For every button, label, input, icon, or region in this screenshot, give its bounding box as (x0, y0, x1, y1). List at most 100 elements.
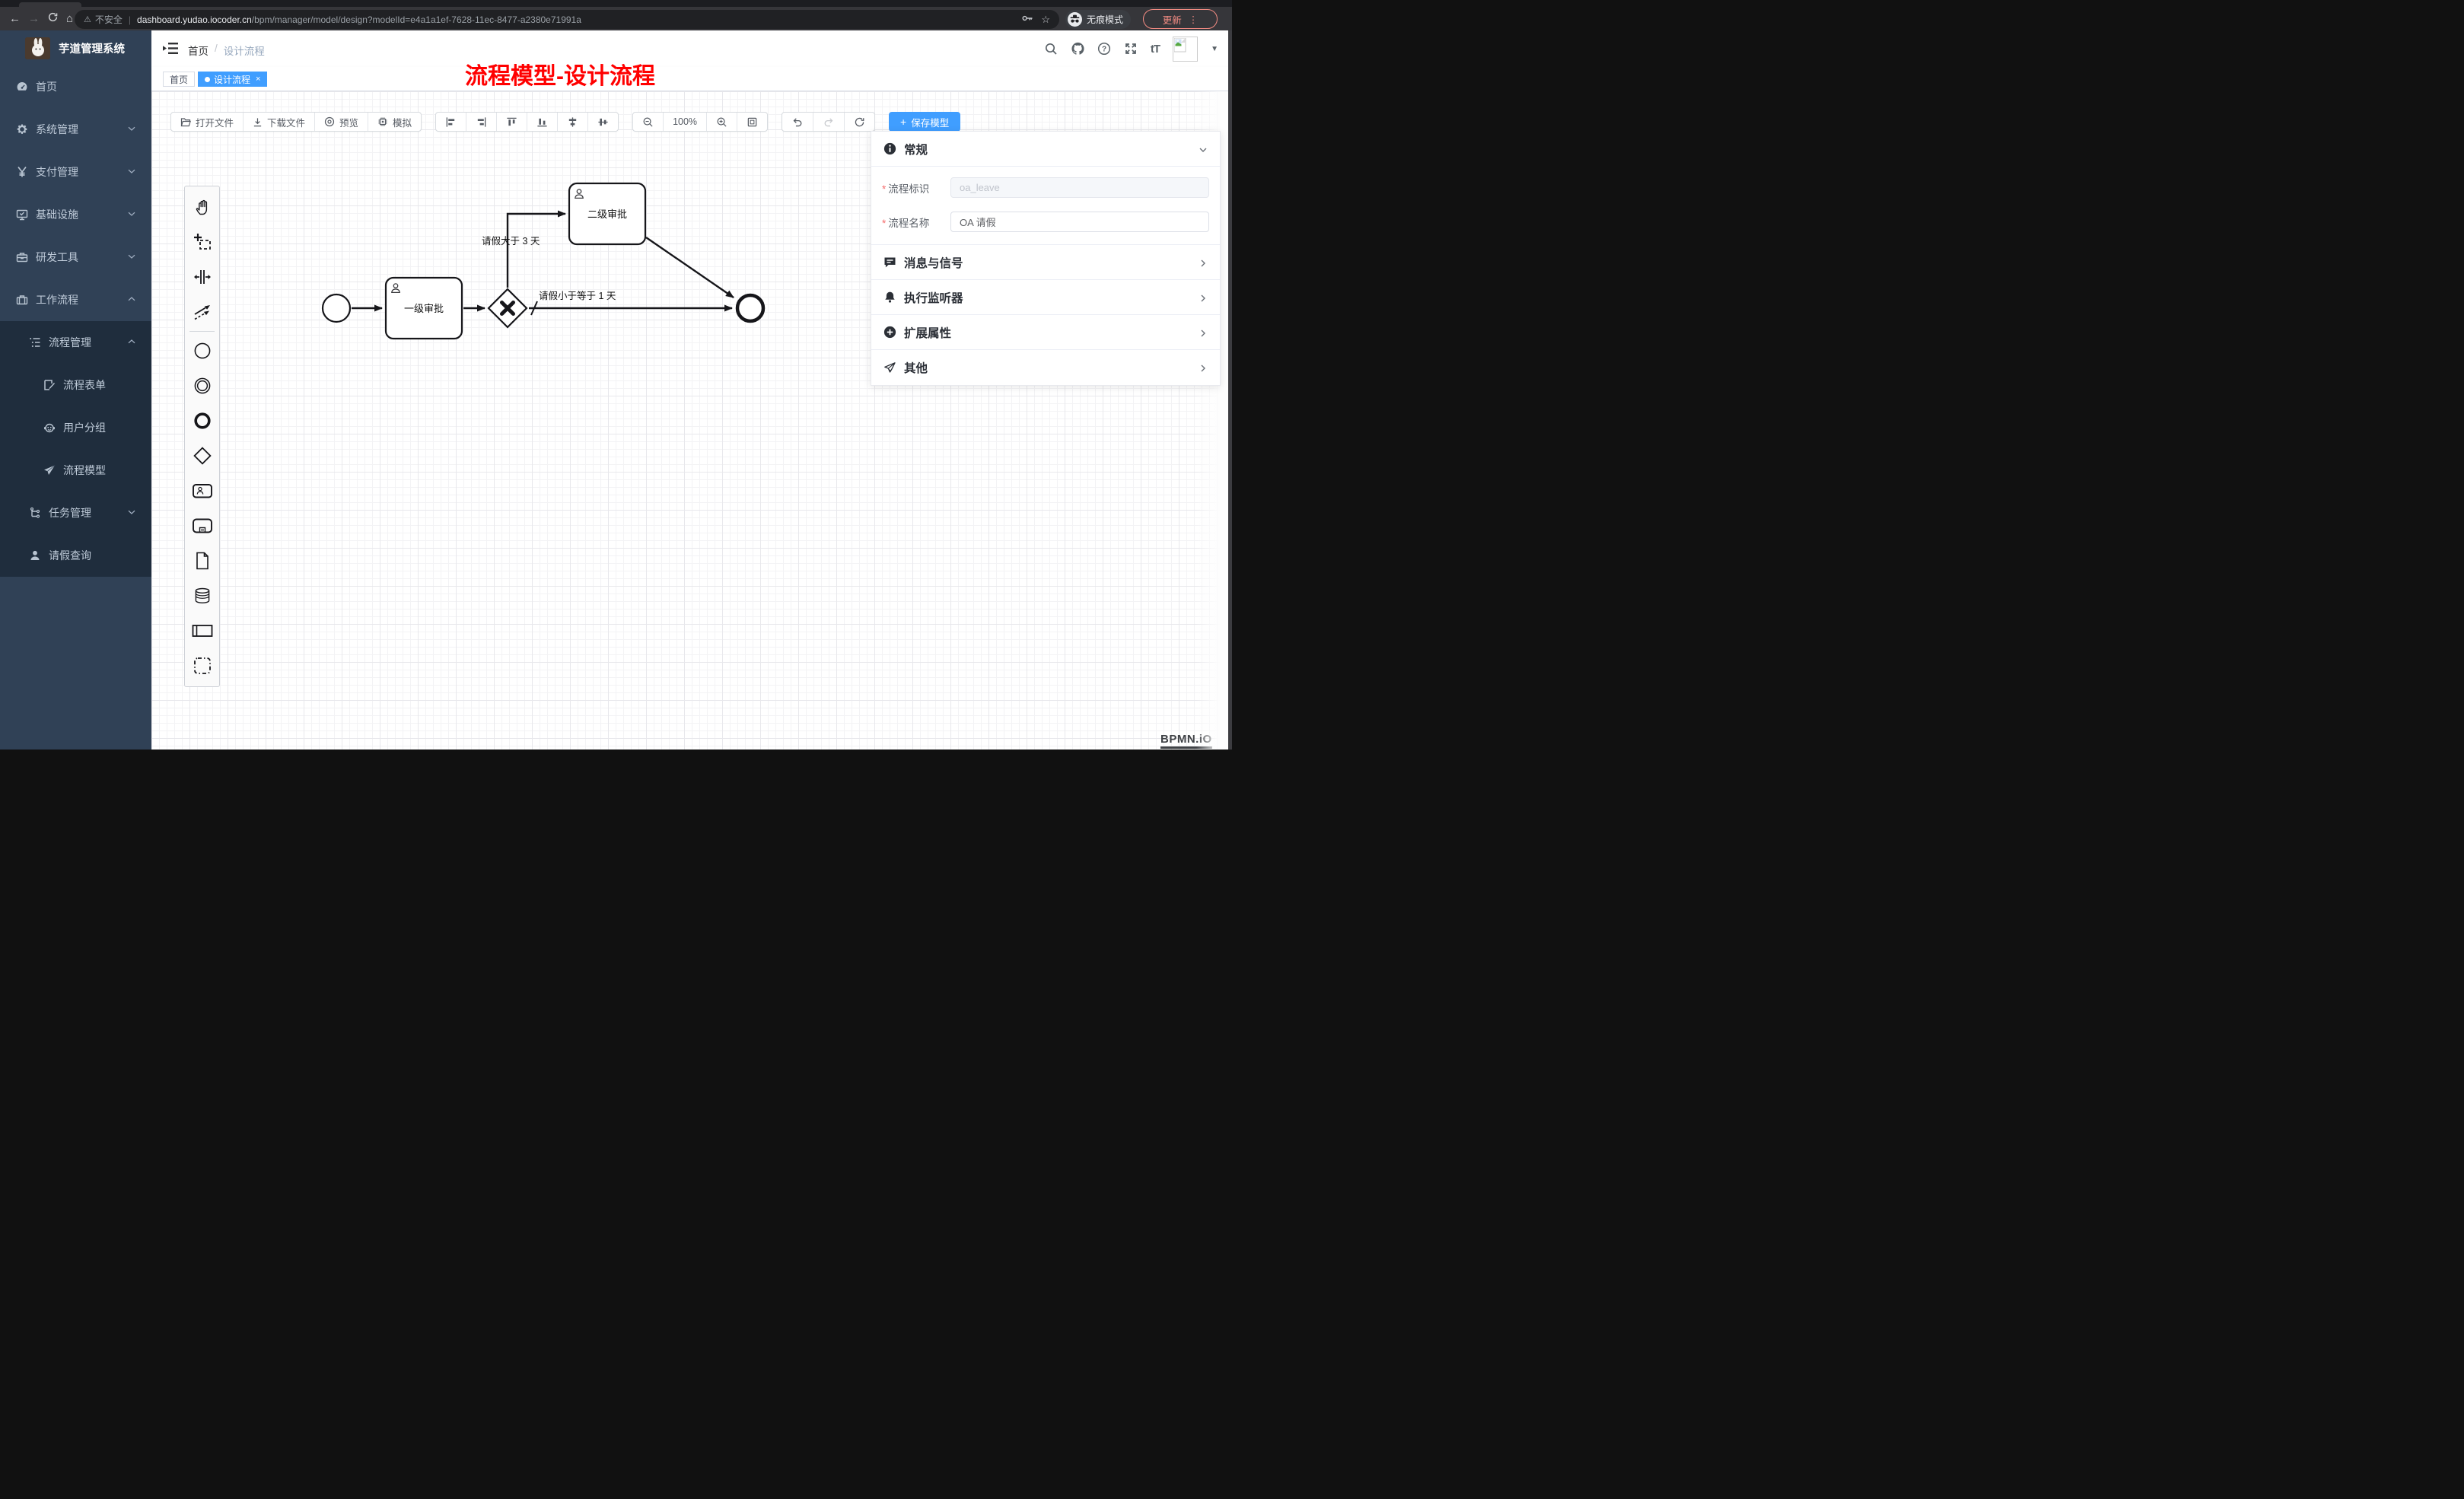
palette-create-start-event[interactable] (185, 333, 219, 368)
not-secure-label[interactable]: 不安全 (95, 13, 123, 26)
browser-tabstrip (0, 0, 1232, 7)
process-key-input[interactable] (950, 177, 1209, 198)
reload-icon[interactable] (47, 11, 59, 26)
browser-update-button[interactable]: 更新 ⋮ (1143, 9, 1218, 29)
user-task-level2[interactable]: 二级审批 (569, 183, 645, 244)
browser-menu-dots-icon[interactable]: ⋮ (1189, 14, 1199, 25)
avatar-caret-icon[interactable]: ▼ (1211, 45, 1218, 53)
gear-icon (16, 123, 28, 135)
plus-circle-icon (883, 326, 896, 339)
sidebar-item-leave-query[interactable]: 请假查询 (0, 534, 151, 577)
edge-label-gt3[interactable]: 请假大于 3 天 (482, 236, 540, 247)
zoom-in-button[interactable] (707, 113, 737, 131)
palette-create-user-task[interactable] (185, 473, 219, 508)
flow-task2-to-end[interactable] (646, 237, 734, 298)
redo-button[interactable] (813, 113, 845, 131)
sidebar-fold-icon[interactable] (163, 42, 178, 55)
start-event[interactable] (323, 294, 350, 322)
palette-create-participant[interactable] (185, 613, 219, 648)
end-event[interactable] (737, 295, 763, 321)
palette-create-data-object[interactable] (185, 543, 219, 578)
github-icon[interactable] (1071, 42, 1084, 56)
forward-icon[interactable]: → (28, 12, 40, 25)
zoom-out-button[interactable] (633, 113, 664, 131)
password-key-icon[interactable] (1021, 13, 1033, 26)
align-top-button[interactable] (497, 113, 527, 131)
url-separator: | (129, 14, 131, 25)
sidebar-item-devtools[interactable]: 研发工具 (0, 236, 151, 278)
align-right-icon (476, 116, 487, 128)
section-message-signal[interactable]: 消息与信号 (871, 245, 1220, 280)
tab-close-icon[interactable]: × (256, 75, 260, 84)
breadcrumb-home[interactable]: 首页 (188, 43, 209, 58)
simulate-button[interactable]: 模拟 (368, 113, 421, 131)
download-file-button[interactable]: 下载文件 (244, 113, 315, 131)
help-icon[interactable]: ? (1097, 42, 1111, 56)
flow-gateway-to-task2[interactable] (508, 214, 565, 288)
restart-button[interactable] (845, 113, 874, 131)
align-center-button[interactable] (558, 113, 588, 131)
font-size-icon[interactable]: tT (1151, 43, 1160, 56)
align-right-button[interactable] (466, 113, 497, 131)
edge-label-le1[interactable]: 请假小于等于 1 天 (539, 290, 616, 301)
palette-create-data-store[interactable] (185, 578, 219, 613)
palette-create-exclusive-gateway[interactable] (185, 438, 219, 473)
align-middle-button[interactable] (588, 113, 618, 131)
align-bottom-button[interactable] (527, 113, 558, 131)
sidebar-item-workflow[interactable]: 工作流程 (0, 278, 151, 321)
align-left-button[interactable] (436, 113, 466, 131)
not-secure-warning-icon: ⚠ (84, 14, 91, 24)
back-icon[interactable]: ← (9, 12, 21, 25)
open-file-button[interactable]: 打开文件 (171, 113, 244, 131)
fullscreen-icon[interactable] (1124, 42, 1138, 56)
undo-button[interactable] (782, 113, 813, 131)
sidebar-item-payment[interactable]: 支付管理 (0, 151, 151, 193)
sidebar-item-home[interactable]: 首页 (0, 65, 151, 108)
bpmn-canvas[interactable]: 打开文件 下载文件 预览 模拟 (151, 91, 1232, 750)
sidebar-item-infra[interactable]: 基础设施 (0, 193, 151, 236)
palette-global-connect-tool[interactable] (185, 294, 219, 329)
exclusive-gateway[interactable] (489, 289, 527, 327)
logo[interactable]: 芋道管理系统 (0, 30, 151, 65)
palette-create-group[interactable] (185, 648, 219, 683)
sidebar-item-system[interactable]: 系统管理 (0, 108, 151, 151)
palette-create-end-event[interactable] (185, 403, 219, 438)
preview-button[interactable]: 预览 (315, 113, 368, 131)
url-path[interactable]: /bpm/manager/model/design?modelId=e4a1a1… (252, 14, 581, 25)
home-icon[interactable]: ⌂ (66, 12, 73, 25)
branch-icon (29, 507, 41, 519)
url-domain[interactable]: dashboard.yudao.iocoder.cn (137, 14, 252, 25)
save-model-button[interactable]: + 保存模型 (889, 112, 960, 132)
required-mark: * (882, 183, 886, 195)
zoom-level[interactable]: 100% (664, 113, 707, 131)
general-fields: *流程标识 *流程名称 (871, 167, 1220, 245)
tab-home[interactable]: 首页 (163, 72, 195, 87)
tab-active-dot (205, 77, 210, 82)
section-general[interactable]: 常规 (871, 132, 1220, 167)
section-extended-attrs[interactable]: 扩展属性 (871, 315, 1220, 350)
search-icon[interactable] (1044, 42, 1058, 56)
process-name-input[interactable] (950, 212, 1209, 232)
palette-create-intermediate-event[interactable] (185, 368, 219, 403)
user-task-level1[interactable]: 一级审批 (386, 278, 462, 339)
sidebar-item-task-mgmt[interactable]: 任务管理 (0, 492, 151, 534)
chevron-down-icon (127, 252, 136, 263)
sidebar-item-user-group[interactable]: 用户分组 (0, 406, 151, 449)
fit-viewport-icon (747, 116, 758, 128)
sidebar-item-process-form[interactable]: 流程表单 (0, 364, 151, 406)
sidebar-item-process-model[interactable]: 流程模型 (0, 449, 151, 492)
bookmark-star-icon[interactable]: ☆ (1041, 14, 1050, 26)
url-bar[interactable]: ⚠ 不安全 | dashboard.yudao.iocoder.cn /bpm/… (75, 10, 1059, 29)
palette-lasso-tool[interactable] (185, 224, 219, 259)
dashboard-icon (16, 81, 28, 93)
section-other[interactable]: 其他 (871, 350, 1220, 385)
sidebar-item-process-mgmt[interactable]: 流程管理 (0, 321, 151, 364)
avatar[interactable] (1173, 37, 1198, 62)
tab-design-process[interactable]: 设计流程 × (198, 72, 267, 87)
bpmn-io-watermark[interactable]: BPMN.iO (1160, 733, 1212, 749)
palette-create-subprocess[interactable] (185, 508, 219, 543)
section-execution-listener[interactable]: 执行监听器 (871, 280, 1220, 315)
palette-space-tool[interactable] (185, 259, 219, 294)
palette-hand-tool[interactable] (185, 189, 219, 224)
zoom-reset-button[interactable] (737, 113, 767, 131)
